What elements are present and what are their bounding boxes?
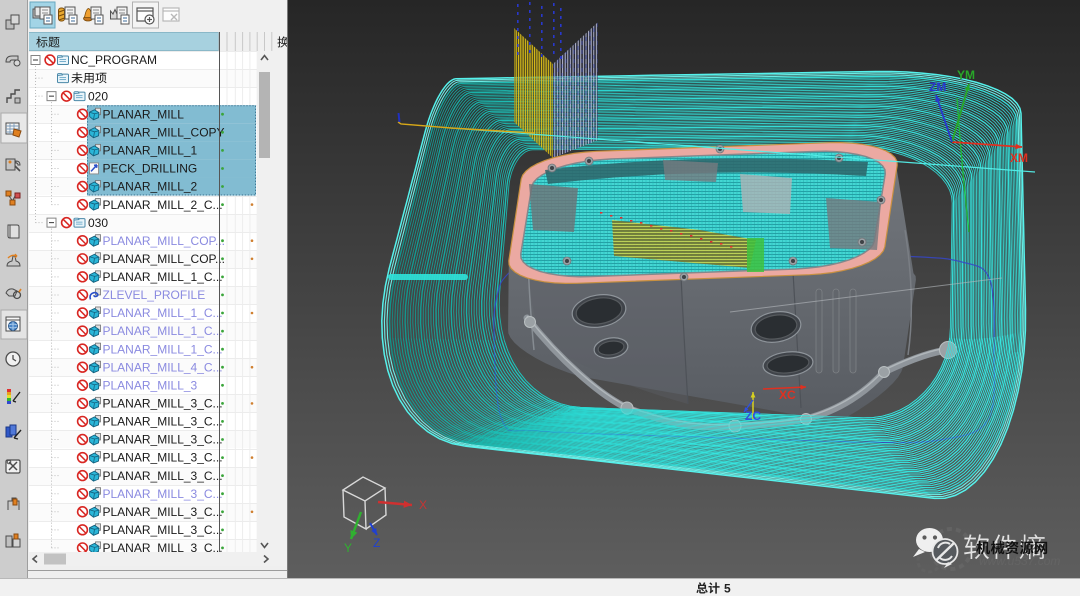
- svg-text:XC: XC: [779, 388, 796, 402]
- svg-text:PLANAR_MILL_COP...: PLANAR_MILL_COP...: [103, 234, 226, 248]
- svg-text:PLANAR_MILL_1_C...: PLANAR_MILL_1_C...: [103, 306, 223, 320]
- svg-text:PLANAR_MILL_3_C...: PLANAR_MILL_3_C...: [103, 469, 223, 483]
- svg-text:X: X: [419, 498, 427, 512]
- svg-text:ZM: ZM: [929, 80, 946, 94]
- svg-text:www.u537.com: www.u537.com: [979, 554, 1060, 568]
- svg-text:PLANAR_MILL_COP...: PLANAR_MILL_COP...: [103, 252, 226, 266]
- svg-text:PLANAR_MILL_COPY: PLANAR_MILL_COPY: [103, 126, 225, 140]
- svg-text:PLANAR_MILL_3_C...: PLANAR_MILL_3_C...: [103, 415, 223, 429]
- svg-text:Z: Z: [373, 536, 380, 550]
- svg-text:PLANAR_MILL_1_C...: PLANAR_MILL_1_C...: [103, 324, 223, 338]
- svg-text:5: 5: [724, 582, 731, 596]
- svg-text:PLANAR_MILL_3_C...: PLANAR_MILL_3_C...: [103, 541, 223, 552]
- svg-text:PLANAR_MILL_3_C...: PLANAR_MILL_3_C...: [103, 505, 223, 519]
- svg-text:030: 030: [88, 216, 108, 230]
- svg-text:Y: Y: [344, 541, 352, 555]
- svg-text:NC_PROGRAM: NC_PROGRAM: [71, 53, 157, 67]
- svg-text:PLANAR_MILL_2: PLANAR_MILL_2: [103, 180, 198, 194]
- svg-text:PECK_DRILLING: PECK_DRILLING: [103, 162, 198, 176]
- svg-text:PLANAR_MILL_4_C...: PLANAR_MILL_4_C...: [103, 360, 223, 374]
- svg-text:YM: YM: [957, 68, 975, 82]
- svg-text:PLANAR_MILL_3_C...: PLANAR_MILL_3_C...: [103, 523, 223, 537]
- svg-text:PLANAR_MILL_3_C...: PLANAR_MILL_3_C...: [103, 433, 223, 447]
- svg-text:PLANAR_MILL_1_C...: PLANAR_MILL_1_C...: [103, 270, 223, 284]
- svg-text:PLANAR_MILL_2_C...: PLANAR_MILL_2_C...: [103, 198, 223, 212]
- svg-text:PLANAR_MILL_3_C...: PLANAR_MILL_3_C...: [103, 487, 223, 501]
- svg-text:020: 020: [88, 89, 108, 103]
- svg-text:PLANAR_MILL_3: PLANAR_MILL_3: [103, 379, 198, 393]
- svg-text:XM: XM: [1010, 151, 1028, 165]
- svg-text:PLANAR_MILL_3_C...: PLANAR_MILL_3_C...: [103, 451, 223, 465]
- svg-text:ZC: ZC: [745, 409, 761, 423]
- svg-text:PLANAR_MILL_1: PLANAR_MILL_1: [103, 144, 198, 158]
- svg-text:PLANAR_MILL_1_C...: PLANAR_MILL_1_C...: [103, 342, 223, 356]
- svg-text:ZLEVEL_PROFILE: ZLEVEL_PROFILE: [103, 288, 206, 302]
- svg-text:PLANAR_MILL_3_C...: PLANAR_MILL_3_C...: [103, 397, 223, 411]
- svg-text:PLANAR_MILL: PLANAR_MILL: [103, 107, 185, 121]
